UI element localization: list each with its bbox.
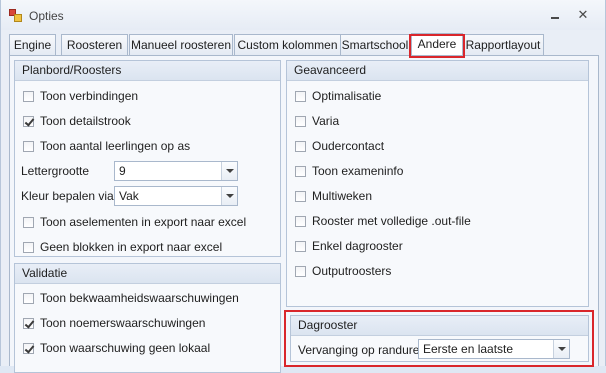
checkbox-label: Toon detailstrook bbox=[40, 114, 131, 128]
title-bar: Opties ✕ bbox=[1, 0, 605, 30]
planbord-group: Planbord/Roosters Toon verbindingen Toon… bbox=[14, 60, 281, 257]
dagrooster-group: Dagrooster Vervanging op randuren: Eerst… bbox=[290, 315, 589, 362]
checkbox-label: Toon bekwaamheidswaarschuwingen bbox=[40, 291, 239, 305]
checkbox-varia[interactable]: Varia bbox=[295, 113, 339, 129]
checkbox-box[interactable] bbox=[295, 165, 306, 177]
checkbox-bekwaamheid[interactable]: Toon bekwaamheidswaarschuwingen bbox=[23, 290, 239, 306]
checkbox-box[interactable] bbox=[23, 292, 34, 304]
checkbox-oudercontact[interactable]: Oudercontact bbox=[295, 138, 384, 154]
checkbox-toon-verbindingen[interactable]: Toon verbindingen bbox=[23, 88, 138, 104]
checkbox-label: Outputroosters bbox=[312, 264, 392, 278]
vervanging-label: Vervanging op randuren: bbox=[298, 343, 430, 357]
checkbox-outputroosters[interactable]: Outputroosters bbox=[295, 263, 391, 279]
combo-value: 9 bbox=[119, 164, 126, 178]
lettergrootte-combo[interactable]: 9 bbox=[114, 161, 238, 181]
checkbox-multiweken[interactable]: Multiweken bbox=[295, 188, 372, 204]
checkbox-box[interactable] bbox=[23, 140, 34, 152]
geavanceerd-group: Geavanceerd Optimalisatie Varia Oudercon… bbox=[286, 60, 589, 307]
options-window: Opties ✕ Engine Roosteren Manueel rooste… bbox=[0, 0, 606, 373]
kleur-label: Kleur bepalen via bbox=[21, 189, 114, 203]
checkbox-box[interactable] bbox=[295, 215, 306, 227]
checkbox-label: Multiweken bbox=[312, 189, 373, 203]
chevron-down-icon[interactable] bbox=[221, 162, 237, 180]
vervanging-combo[interactable]: Eerste en laatste bbox=[418, 339, 570, 359]
tab-roosteren[interactable]: Roosteren bbox=[61, 34, 128, 55]
checkbox-geen-lokaal[interactable]: Toon waarschuwing geen lokaal bbox=[23, 340, 210, 356]
tab-rapportlayout[interactable]: Rapportlayout bbox=[462, 34, 544, 55]
geavanceerd-header: Geavanceerd bbox=[287, 61, 588, 81]
combo-value: Vak bbox=[119, 189, 139, 203]
checkbox-box[interactable] bbox=[295, 190, 306, 202]
tab-engine[interactable]: Engine bbox=[9, 34, 56, 55]
checkbox-box[interactable] bbox=[295, 115, 306, 127]
checkbox-box[interactable] bbox=[295, 90, 306, 102]
kleur-combo[interactable]: Vak bbox=[114, 186, 238, 206]
tab-smartschool[interactable]: Smartschool bbox=[340, 34, 410, 55]
checkbox-label: Varia bbox=[312, 114, 340, 128]
checkbox-box[interactable] bbox=[23, 216, 34, 228]
checkbox-box-checked[interactable] bbox=[23, 115, 34, 127]
close-icon[interactable]: ✕ bbox=[575, 8, 591, 22]
checkbox-geen-blokken-export[interactable]: Geen blokken in export naar excel bbox=[23, 239, 222, 255]
checkbox-label: Toon verbindingen bbox=[40, 89, 139, 103]
checkbox-out-file[interactable]: Rooster met volledige .out-file bbox=[295, 213, 471, 229]
checkbox-box[interactable] bbox=[295, 140, 306, 152]
tab-custom-kolommen[interactable]: Custom kolommen bbox=[234, 34, 341, 55]
checkbox-box[interactable] bbox=[295, 240, 306, 252]
checkbox-box-checked[interactable] bbox=[23, 317, 34, 329]
checkbox-enkel-dagrooster[interactable]: Enkel dagrooster bbox=[295, 238, 403, 254]
checkbox-box-checked[interactable] bbox=[23, 342, 34, 354]
checkbox-box[interactable] bbox=[23, 241, 34, 253]
checkbox-label: Oudercontact bbox=[312, 139, 385, 153]
checkbox-label: Toon aantal leerlingen op as bbox=[40, 139, 191, 153]
checkbox-toon-detailstrook[interactable]: Toon detailstrook bbox=[23, 113, 131, 129]
checkbox-label: Optimalisatie bbox=[312, 89, 382, 103]
tab-manueel-roosteren[interactable]: Manueel roosteren bbox=[129, 34, 233, 55]
planbord-header: Planbord/Roosters bbox=[15, 61, 280, 81]
chevron-down-icon[interactable] bbox=[553, 340, 569, 358]
checkbox-optimalisatie[interactable]: Optimalisatie bbox=[295, 88, 381, 104]
tab-content: Planbord/Roosters Toon verbindingen Toon… bbox=[9, 55, 599, 373]
checkbox-noemers[interactable]: Toon noemerswaarschuwingen bbox=[23, 315, 205, 331]
checkbox-toon-aantal-leerlingen[interactable]: Toon aantal leerlingen op as bbox=[23, 138, 190, 154]
dagrooster-header: Dagrooster bbox=[291, 316, 588, 336]
checkbox-box[interactable] bbox=[295, 265, 306, 277]
validatie-group: Validatie Toon bekwaamheidswaarschuwinge… bbox=[14, 263, 281, 373]
checkbox-label: Enkel dagrooster bbox=[312, 239, 403, 253]
minimize-icon[interactable] bbox=[547, 8, 563, 22]
checkbox-label: Toon aselementen in export naar excel bbox=[40, 215, 247, 229]
checkbox-label: Toon waarschuwing geen lokaal bbox=[40, 341, 211, 355]
window-title: Opties bbox=[29, 9, 64, 23]
combo-value: Eerste en laatste bbox=[423, 342, 514, 356]
checkbox-label: Rooster met volledige .out-file bbox=[312, 214, 471, 228]
checkbox-label: Geen blokken in export naar excel bbox=[40, 240, 223, 254]
checkbox-label: Toon exameninfo bbox=[312, 164, 404, 178]
tab-strip: Engine Roosteren Manueel roosteren Custo… bbox=[9, 33, 599, 58]
app-icon bbox=[9, 9, 23, 22]
validatie-header: Validatie bbox=[15, 264, 280, 284]
chevron-down-icon[interactable] bbox=[221, 187, 237, 205]
tab-andere[interactable]: Andere bbox=[411, 33, 463, 55]
checkbox-box[interactable] bbox=[23, 90, 34, 102]
checkbox-label: Toon noemerswaarschuwingen bbox=[40, 316, 206, 330]
checkbox-aselementen-export[interactable]: Toon aselementen in export naar excel bbox=[23, 214, 246, 230]
lettergrootte-label: Lettergrootte bbox=[21, 164, 90, 178]
checkbox-exameninfo[interactable]: Toon exameninfo bbox=[295, 163, 403, 179]
